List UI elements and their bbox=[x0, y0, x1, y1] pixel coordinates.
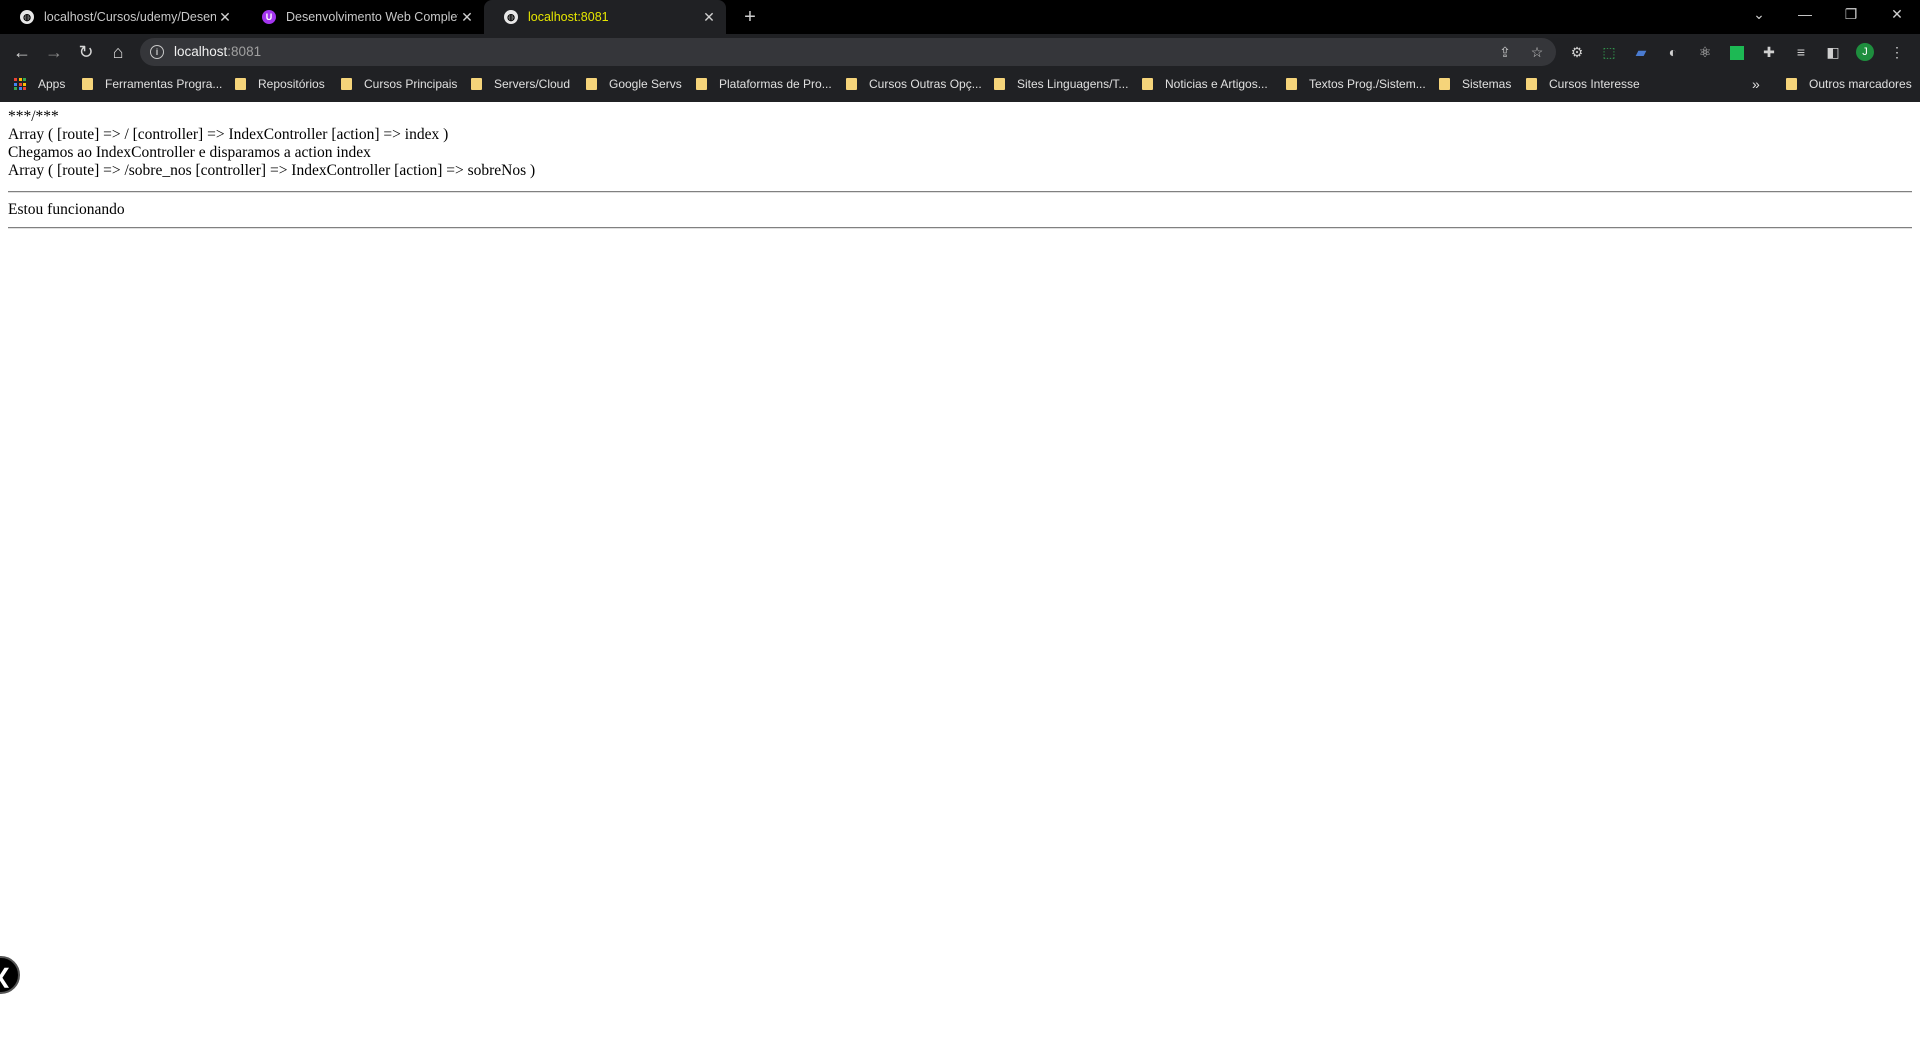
bookmark-label: Ferramentas Progra... bbox=[105, 77, 223, 91]
bookmark-folder[interactable]: Repositórios bbox=[235, 75, 325, 93]
collapse-toggle-button[interactable]: ❮ bbox=[0, 956, 20, 994]
tab-search-icon[interactable]: ⌄ bbox=[1736, 0, 1782, 30]
url-port: :8081 bbox=[227, 44, 262, 59]
bookmark-label: Cursos Interesse bbox=[1549, 77, 1640, 91]
bookmark-folder[interactable]: Plataformas de Pro... bbox=[696, 75, 832, 93]
side-panel-icon[interactable]: ◧ bbox=[1824, 43, 1842, 61]
tab-title: localhost/Cursos/udemy/Desenv bbox=[44, 10, 216, 24]
bookmark-folder[interactable]: Cursos Principais bbox=[341, 75, 457, 93]
divider bbox=[8, 227, 1912, 229]
bookmark-label: Google Servs bbox=[609, 77, 682, 91]
folder-icon bbox=[341, 78, 352, 90]
tab-localhost-8081[interactable]: ◍ localhost:8081 ✕ bbox=[484, 0, 726, 34]
folder-icon bbox=[1439, 78, 1450, 90]
home-icon[interactable]: ⌂ bbox=[106, 40, 130, 64]
folder-icon bbox=[1286, 78, 1297, 90]
new-tab-button[interactable]: + bbox=[738, 4, 762, 30]
url-host: localhost bbox=[174, 44, 228, 59]
folder-icon bbox=[471, 78, 482, 90]
apps-grid-icon bbox=[14, 78, 26, 90]
bookmark-folder[interactable]: Ferramentas Progra... bbox=[82, 75, 222, 93]
extension-dark-mode-icon[interactable]: ◐ bbox=[1664, 43, 1682, 61]
extension-reader-icon[interactable]: ▰ bbox=[1632, 43, 1650, 61]
toolbar: ← → ↻ ⌂ i localhost:8081 ⇪ ☆ ⚙ ⬚ ▰ ◐ ⚛ ✚… bbox=[0, 34, 1920, 70]
address-bar[interactable]: i localhost:8081 ⇪ ☆ bbox=[140, 38, 1556, 66]
menu-kebab-icon[interactable]: ⋮ bbox=[1888, 43, 1906, 61]
tab-title: Desenvolvimento Web Completo bbox=[286, 10, 458, 24]
close-icon[interactable]: ✕ bbox=[216, 9, 234, 26]
bookmark-star-icon[interactable]: ☆ bbox=[1528, 43, 1546, 61]
forward-icon[interactable]: → bbox=[42, 40, 66, 64]
bookmarks-bar: Apps Ferramentas Progra... Repositórios … bbox=[0, 70, 1920, 98]
folder-icon bbox=[1526, 78, 1537, 90]
folder-icon bbox=[1142, 78, 1153, 90]
close-icon[interactable]: ✕ bbox=[700, 9, 718, 26]
folder-icon bbox=[846, 78, 857, 90]
bookmark-folder[interactable]: Sites Linguagens/T... bbox=[994, 75, 1128, 93]
minimize-icon[interactable]: — bbox=[1782, 0, 1828, 30]
globe-icon: ◍ bbox=[20, 10, 34, 24]
tab-strip: ◍ localhost/Cursos/udemy/Desenv ✕ U Dese… bbox=[0, 0, 1920, 34]
bookmark-label: Cursos Principais bbox=[364, 77, 458, 91]
back-icon[interactable]: ← bbox=[10, 40, 34, 64]
share-icon[interactable]: ⇪ bbox=[1496, 43, 1514, 61]
bookmark-label: Sites Linguagens/T... bbox=[1017, 77, 1129, 91]
folder-icon bbox=[994, 78, 1005, 90]
bookmark-label: Apps bbox=[38, 77, 66, 91]
route-array-dump: Array ( [route] => / [controller] => Ind… bbox=[8, 126, 449, 143]
folder-icon bbox=[235, 78, 246, 90]
folder-icon bbox=[586, 78, 597, 90]
bookmark-other[interactable]: Outros marcadores bbox=[1786, 75, 1912, 93]
bookmark-label: Sistemas bbox=[1462, 77, 1512, 91]
bookmark-folder[interactable]: Google Servs bbox=[586, 75, 682, 93]
controller-message: Chegamos ao IndexController e disparamos… bbox=[8, 144, 371, 161]
bookmark-label: Outros marcadores bbox=[1809, 77, 1912, 91]
address-url[interactable]: localhost:8081 bbox=[174, 44, 261, 59]
bookmark-label: Cursos Outras Opç... bbox=[869, 77, 982, 91]
folder-icon bbox=[82, 78, 93, 90]
bookmark-folder[interactable]: Noticias e Artigos... bbox=[1142, 75, 1268, 93]
tab-udemy[interactable]: U Desenvolvimento Web Completo ✕ bbox=[242, 0, 484, 34]
reload-icon[interactable]: ↻ bbox=[74, 40, 98, 64]
bookmark-folder[interactable]: Sistemas bbox=[1439, 75, 1511, 93]
debug-separator: ***/*** bbox=[8, 108, 59, 125]
extension-gear-icon[interactable]: ⚙ bbox=[1568, 43, 1586, 61]
extension-screenshot-icon[interactable]: ⬚ bbox=[1600, 43, 1618, 61]
bookmark-folder[interactable]: Cursos Outras Opç... bbox=[846, 75, 982, 93]
content-text: Estou funcionando bbox=[8, 201, 125, 218]
divider bbox=[8, 191, 1912, 193]
globe-icon: ◍ bbox=[504, 10, 518, 24]
bookmark-label: Noticias e Artigos... bbox=[1165, 77, 1268, 91]
site-info-icon[interactable]: i bbox=[150, 45, 164, 59]
folder-icon bbox=[1786, 78, 1797, 90]
bookmark-folder[interactable]: Textos Prog./Sistem... bbox=[1286, 75, 1426, 93]
media-queue-icon[interactable]: ≡ bbox=[1792, 43, 1810, 61]
folder-icon bbox=[696, 78, 707, 90]
bookmark-folder[interactable]: Cursos Interesse bbox=[1526, 75, 1640, 93]
page-content: ***/*** Array ( [route] => / [controller… bbox=[8, 108, 535, 180]
udemy-icon: U bbox=[262, 10, 276, 24]
extension-react-icon[interactable]: ⚛ bbox=[1696, 43, 1714, 61]
route-array-dump: Array ( [route] => /sobre_nos [controlle… bbox=[8, 162, 536, 179]
bookmark-label: Plataformas de Pro... bbox=[719, 77, 832, 91]
browser-chrome: ◍ localhost/Cursos/udemy/Desenv ✕ U Dese… bbox=[0, 0, 1920, 102]
bookmark-label: Textos Prog./Sistem... bbox=[1309, 77, 1426, 91]
bookmarks-overflow-icon[interactable]: » bbox=[1752, 75, 1760, 93]
bookmark-apps[interactable]: Apps bbox=[14, 75, 65, 93]
profile-avatar[interactable]: J bbox=[1856, 43, 1874, 61]
extensions-puzzle-icon[interactable]: ✚ bbox=[1760, 43, 1778, 61]
bookmark-label: Servers/Cloud bbox=[494, 77, 571, 91]
bookmark-folder[interactable]: Servers/Cloud bbox=[471, 75, 570, 93]
window-close-icon[interactable]: ✕ bbox=[1874, 0, 1920, 30]
close-icon[interactable]: ✕ bbox=[458, 9, 476, 26]
bookmark-label: Repositórios bbox=[258, 77, 325, 91]
restore-icon[interactable]: ❐ bbox=[1828, 0, 1874, 30]
tab-localhost-cursos[interactable]: ◍ localhost/Cursos/udemy/Desenv ✕ bbox=[0, 0, 242, 34]
extension-green-icon[interactable] bbox=[1728, 43, 1746, 61]
tab-title: localhost:8081 bbox=[528, 10, 609, 24]
